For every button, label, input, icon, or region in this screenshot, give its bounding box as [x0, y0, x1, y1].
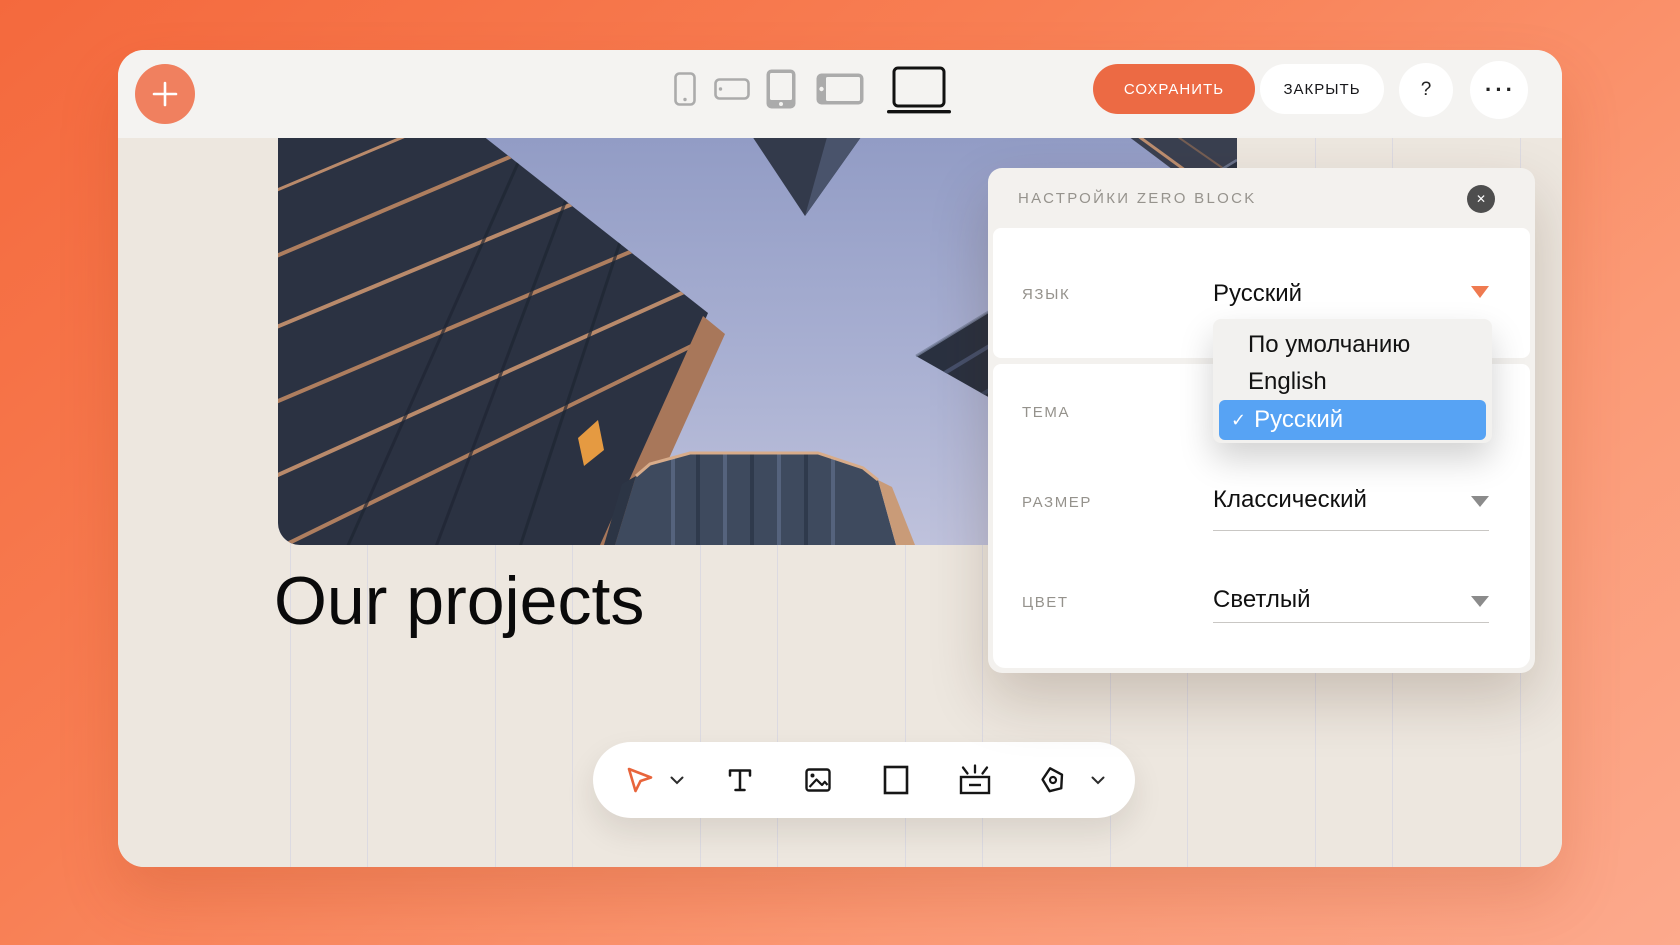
- dropdown-option-label: Русский: [1254, 406, 1344, 433]
- color-value[interactable]: Светлый: [1213, 586, 1311, 614]
- theme-label: ТЕМА: [1022, 404, 1071, 421]
- size-value[interactable]: Классический: [1213, 486, 1367, 514]
- dropdown-option-russian-selected[interactable]: ✓ Русский: [1219, 400, 1486, 440]
- check-icon: ✓: [1231, 409, 1247, 430]
- image-tool-button[interactable]: [801, 742, 835, 818]
- select-tool-dropdown[interactable]: [665, 742, 689, 818]
- close-button[interactable]: ЗАКРЫТЬ: [1260, 64, 1384, 114]
- chevron-down-icon: [1091, 776, 1105, 784]
- panel-title: НАСТРОЙКИ ZERO BLOCK: [1018, 190, 1257, 207]
- device-phone-portrait-button[interactable]: [674, 72, 696, 111]
- save-button[interactable]: СОХРАНИТЬ: [1093, 64, 1255, 114]
- device-tablet-portrait-button[interactable]: [766, 69, 796, 114]
- image-icon: [805, 768, 831, 792]
- laptop-icon: [887, 66, 951, 114]
- phone-landscape-icon: [714, 78, 750, 100]
- color-label: ЦВЕТ: [1022, 594, 1069, 611]
- shape-tool-button[interactable]: [879, 742, 913, 818]
- tablet-landscape-icon: [816, 73, 864, 105]
- dropdown-option-english[interactable]: English: [1248, 368, 1327, 396]
- language-value[interactable]: Русский: [1213, 280, 1302, 308]
- vector-tool-dropdown[interactable]: [1086, 742, 1110, 818]
- color-dropdown-arrow-icon[interactable]: [1471, 596, 1489, 607]
- text-icon: [728, 769, 752, 792]
- zero-block-toolbar: [593, 742, 1135, 818]
- phone-portrait-icon: [674, 72, 696, 106]
- more-button[interactable]: ···: [1470, 61, 1528, 119]
- device-phone-landscape-button[interactable]: [714, 78, 750, 105]
- device-desktop-button[interactable]: [885, 66, 953, 121]
- top-toolbar: СОХРАНИТЬ ЗАКРЫТЬ ? ···: [118, 50, 1562, 138]
- language-label: ЯЗЫК: [1022, 286, 1071, 303]
- tablet-portrait-icon: [766, 69, 796, 109]
- text-tool-button[interactable]: [723, 742, 757, 818]
- plus-icon: [152, 81, 178, 107]
- help-button[interactable]: ?: [1399, 63, 1453, 117]
- close-icon: ✕: [1475, 192, 1487, 206]
- language-dropdown-arrow-icon[interactable]: [1471, 286, 1489, 298]
- panel-close-button[interactable]: ✕: [1467, 185, 1495, 213]
- chevron-down-icon: [670, 776, 684, 784]
- size-label: РАЗМЕР: [1022, 494, 1093, 511]
- size-dropdown-arrow-icon[interactable]: [1471, 496, 1489, 507]
- desktop-background: Our projects НАСТРОЙКИ ZERO BLOCK ✕ ЯЗЫК…: [0, 0, 1680, 945]
- color-underline: [1213, 622, 1489, 623]
- language-dropdown-menu: По умолчанию English ✓ Русский: [1213, 319, 1492, 443]
- size-underline: [1213, 530, 1489, 531]
- heading-text[interactable]: Our projects: [274, 562, 644, 640]
- vector-tool-button[interactable]: [1035, 742, 1071, 818]
- device-tablet-landscape-button[interactable]: [816, 73, 864, 110]
- settings-panel: НАСТРОЙКИ ZERO BLOCK ✕ ЯЗЫК Русский ТЕМА…: [988, 168, 1535, 673]
- cursor-icon: [627, 767, 653, 793]
- dropdown-option-default[interactable]: По умолчанию: [1248, 331, 1410, 359]
- button-tool-button[interactable]: [955, 742, 995, 818]
- button-icon: [959, 764, 991, 795]
- pen-icon: [1041, 767, 1064, 793]
- square-icon: [883, 765, 909, 795]
- editor-window: Our projects НАСТРОЙКИ ZERO BLOCK ✕ ЯЗЫК…: [118, 50, 1562, 867]
- select-tool-button[interactable]: [620, 742, 660, 818]
- add-block-button[interactable]: [135, 64, 195, 124]
